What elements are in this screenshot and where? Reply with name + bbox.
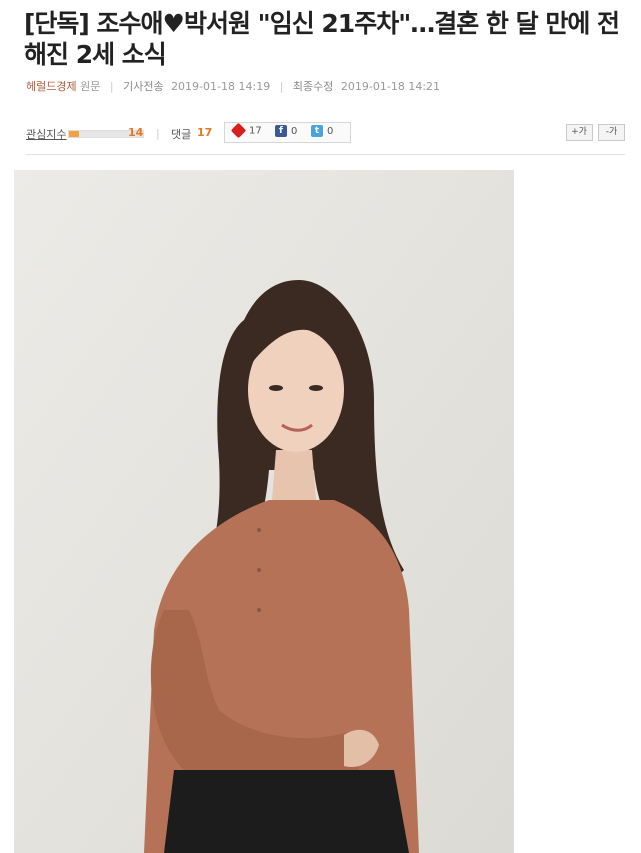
facebook-count: 0 — [291, 126, 298, 137]
share-main-count: 17 — [249, 125, 262, 137]
article-toolbar: 관심지수 14 | 댓글 17 17 f0 t0 +가 -가 — [26, 122, 625, 144]
modified-label: 최종수정 — [292, 80, 334, 93]
meta-divider: | — [279, 80, 284, 93]
font-size-controls: +가 -가 — [564, 124, 625, 141]
font-increase-button[interactable]: +가 — [565, 124, 593, 141]
share-count-icon — [230, 122, 247, 139]
article-meta: 헤럴드경제 원문 | 기사전송 2019-01-18 14:19 | 최종수정 … — [26, 78, 440, 94]
sent-label: 기사전송 — [123, 80, 164, 93]
share-main-button[interactable]: 17 — [230, 122, 262, 139]
twitter-share-button[interactable]: t0 — [311, 125, 333, 137]
sent-time: 2019-01-18 14:19 — [171, 80, 271, 93]
font-decrease-button[interactable]: -가 — [598, 124, 625, 141]
comments-label[interactable]: 댓글 — [171, 126, 191, 142]
article-headline: [단독] 조수애♥박서원 "임신 21주차"…결혼 한 달 만에 전해진 2세 … — [24, 9, 620, 69]
original-link[interactable]: 원문 — [80, 80, 100, 93]
facebook-share-button[interactable]: f0 — [275, 125, 297, 137]
comments-count[interactable]: 17 — [197, 126, 212, 139]
source-name[interactable]: 헤럴드경제 — [26, 80, 77, 93]
meta-divider: | — [109, 80, 114, 93]
article-photo — [14, 170, 514, 853]
interest-value: 14 — [128, 126, 144, 139]
article-photo-illustration — [14, 170, 514, 853]
toolbar-divider: | — [156, 127, 160, 140]
twitter-count: 0 — [327, 126, 334, 137]
twitter-icon: t — [311, 125, 323, 137]
interest-label[interactable]: 관심지수 — [26, 126, 66, 142]
interest-bar-fill — [69, 131, 79, 137]
modified-time: 2019-01-18 14:21 — [340, 80, 441, 93]
facebook-icon: f — [275, 125, 287, 137]
toolbar-rule — [26, 154, 625, 155]
share-box: 17 f0 t0 — [224, 122, 351, 143]
